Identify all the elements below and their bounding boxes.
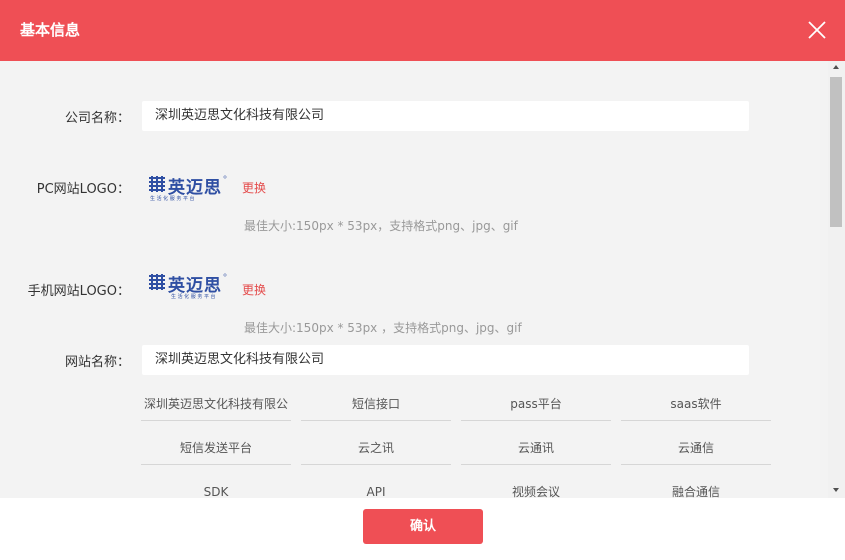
mobile-logo-image: 英迈思 生 活 化 服 务 平 台 bbox=[149, 272, 227, 306]
keyword-tag-input[interactable]: 深圳英迈思文化科技有限公 bbox=[141, 388, 291, 421]
keyword-tag-input[interactable]: API bbox=[301, 476, 451, 498]
keyword-tag-input[interactable]: 云之讯 bbox=[301, 432, 451, 465]
mobile-logo-change-link[interactable]: 更换 bbox=[242, 281, 266, 298]
company-name-field[interactable]: 深圳英迈思文化科技有限公司 bbox=[142, 101, 749, 131]
dialog-title: 基本信息 bbox=[20, 21, 81, 39]
keyword-tag-input[interactable]: SDK bbox=[141, 476, 291, 498]
close-icon[interactable] bbox=[806, 19, 828, 41]
pc-logo-subtitle: 生 活 化 服 务 平 台 bbox=[150, 196, 195, 202]
scroll-down-arrow-icon[interactable] bbox=[833, 488, 839, 492]
mobile-logo-label: 手机网站LOGO： bbox=[27, 284, 130, 299]
keyword-tag-input[interactable]: saas软件 bbox=[621, 388, 771, 421]
mobile-logo-subtitle: 生 活 化 服 务 平 台 bbox=[171, 294, 216, 300]
confirm-button[interactable]: 确认 bbox=[363, 509, 483, 544]
keyword-tag-input[interactable]: 短信发送平台 bbox=[141, 432, 291, 465]
site-name-label: 网站名称： bbox=[64, 355, 130, 370]
keyword-tag-input[interactable]: 融合通信 bbox=[621, 476, 771, 498]
pc-logo-change-link[interactable]: 更换 bbox=[242, 179, 266, 196]
dialog-header: 基本信息 bbox=[0, 0, 845, 61]
keyword-tag-input[interactable]: 云通讯 bbox=[461, 432, 611, 465]
pc-logo-hint: 最佳大小:150px * 53px，支持格式png、jpg、gif bbox=[244, 219, 518, 233]
company-name-label: 公司名称： bbox=[64, 111, 130, 126]
keyword-tag-input[interactable]: 短信接口 bbox=[301, 388, 451, 421]
pc-logo-label: PC网站LOGO： bbox=[36, 182, 130, 197]
mobile-logo-hint: 最佳大小:150px * 53px ，支持格式png、jpg、gif bbox=[244, 321, 522, 335]
keyword-tag-input[interactable]: pass平台 bbox=[461, 388, 611, 421]
pc-logo-image: 英迈思 生 活 化 服 务 平 台 bbox=[149, 174, 227, 208]
keyword-tag-input[interactable]: 视频会议 bbox=[461, 476, 611, 498]
scroll-up-arrow-icon[interactable] bbox=[833, 65, 839, 69]
keyword-tag-input[interactable]: 云通信 bbox=[621, 432, 771, 465]
site-name-field[interactable]: 深圳英迈思文化科技有限公司 bbox=[142, 345, 749, 375]
dialog-body: 公司名称： 深圳英迈思文化科技有限公司 PC网站LOGO： 英迈思 生 活 化 … bbox=[0, 61, 845, 498]
scrollbar-thumb[interactable] bbox=[830, 77, 842, 227]
dialog-footer: 确认 bbox=[0, 498, 845, 560]
vertical-scrollbar[interactable] bbox=[828, 61, 845, 498]
